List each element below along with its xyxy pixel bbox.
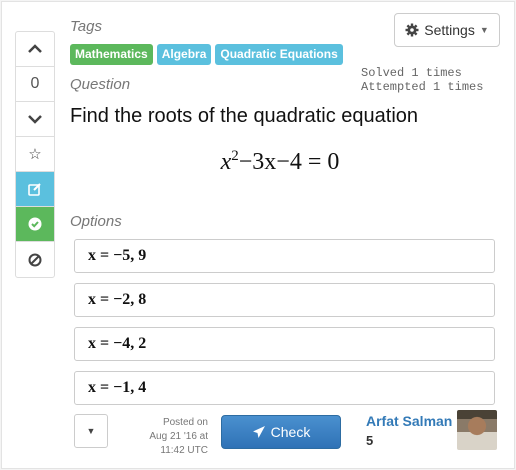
author-score: 5 (366, 433, 374, 448)
avatar[interactable] (457, 410, 497, 450)
question-equation: x2−3x−4 = 0 (70, 148, 490, 176)
chevron-down-icon (28, 115, 42, 124)
edit-icon (28, 183, 41, 196)
posted-timestamp: Posted on Aug 21 '16 at 11:42 UTC (128, 416, 208, 458)
mark-solved-button[interactable] (16, 207, 54, 242)
ban-icon (28, 253, 42, 266)
caret-down-icon: ▼ (479, 25, 489, 35)
tags-heading: Tags (70, 18, 102, 35)
attempt-stats: Solved 1 times Attempted 1 times (361, 66, 483, 94)
star-icon: ☆ (28, 146, 42, 163)
settings-label: Settings (424, 22, 475, 38)
equation-exponent: 2 (231, 148, 239, 164)
author-name[interactable]: Arfat Salman (366, 413, 452, 429)
solved-count: Solved 1 times (361, 66, 462, 80)
check-label: Check (270, 424, 311, 440)
attempted-count: Attempted 1 times (361, 80, 484, 94)
equation-variable: x (220, 149, 232, 175)
vote-column: 0 ☆ (15, 31, 55, 278)
question-text: Find the roots of the quadratic equation (70, 105, 419, 127)
tag-algebra[interactable]: Algebra (156, 44, 212, 65)
edit-button[interactable] (16, 172, 54, 207)
vote-count: 0 (16, 67, 54, 102)
option-1[interactable]: x = −5, 9 (74, 239, 495, 273)
check-circle-icon (28, 217, 42, 231)
question-heading: Question (70, 76, 131, 93)
favorite-button[interactable]: ☆ (16, 137, 54, 172)
caret-down-icon: ▼ (86, 426, 96, 436)
settings-button[interactable]: Settings ▼ (394, 13, 500, 47)
tag-quadratic-equations[interactable]: Quadratic Equations (215, 44, 343, 65)
posted-label: Posted on (162, 417, 208, 428)
more-actions-button[interactable]: ▼ (74, 414, 108, 448)
posted-date: Aug 21 '16 at (149, 431, 208, 442)
send-icon (252, 426, 265, 438)
chevron-up-icon (28, 44, 42, 53)
gear-icon (405, 23, 419, 37)
tag-list: Mathematics Algebra Quadratic Equations (70, 44, 343, 65)
downvote-button[interactable] (16, 102, 54, 137)
report-button[interactable] (16, 242, 54, 277)
equation-rest: −3x−4 = 0 (238, 149, 340, 175)
option-3[interactable]: x = −4, 2 (74, 327, 495, 361)
option-2[interactable]: x = −2, 8 (74, 283, 495, 317)
upvote-button[interactable] (16, 32, 54, 67)
check-button[interactable]: Check (221, 415, 341, 449)
option-4[interactable]: x = −1, 4 (74, 371, 495, 405)
options-heading: Options (70, 213, 122, 230)
tag-mathematics[interactable]: Mathematics (70, 44, 153, 65)
posted-time: 11:42 UTC (160, 445, 208, 456)
